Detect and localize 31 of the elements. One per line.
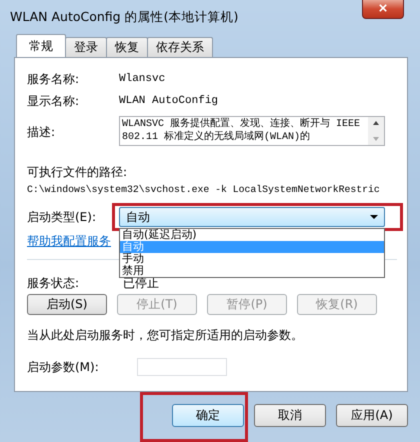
field-label: 描述:: [27, 124, 56, 141]
dropdown-option[interactable]: 自动(延迟启动): [120, 229, 384, 241]
tab[interactable]: 登录: [65, 37, 107, 57]
service-button[interactable]: 启动(S): [27, 294, 107, 315]
description-box[interactable]: WLANSVC 服务提供配置、发现、连接、断开与 IEEE 802.11 标准定义的无线局域网(WLAN)的: [119, 116, 385, 146]
tab[interactable]: 恢复: [106, 37, 148, 57]
startup-type-dropdown[interactable]: 自动: [119, 207, 385, 227]
dropdown-option[interactable]: 手动: [120, 253, 384, 265]
field-label: 启动参数(M):: [27, 358, 100, 376]
field-value: Wlansvc: [119, 73, 166, 85]
field-label: 服务状态:: [27, 274, 80, 292]
dialog-button[interactable]: 确定: [172, 404, 244, 427]
field-label: 服务名称:: [27, 70, 80, 88]
help-link[interactable]: 帮助我配置服务: [27, 232, 111, 250]
dialog-button[interactable]: 取消: [254, 404, 326, 427]
parameters-field[interactable]: [137, 358, 227, 376]
close-button[interactable]: ×: [362, 0, 404, 19]
caret-icon: [370, 215, 378, 219]
window-title: WLAN AutoConfig 的属性(本地计算机): [10, 8, 238, 26]
dialog-button[interactable]: 应用(A): [336, 404, 408, 427]
tab[interactable]: 依存关系: [147, 37, 213, 57]
hint-text: 当从此处启动服务时，您可指定所适用的启动参数。: [27, 327, 304, 344]
field-value: 已停止: [123, 276, 159, 292]
dropdown-option[interactable]: 禁用: [120, 265, 384, 277]
field-label: 启动类型(E):: [27, 208, 97, 226]
field-label: 显示名称:: [27, 92, 80, 110]
scrollbar[interactable]: [368, 117, 384, 145]
tab[interactable]: 常规: [16, 34, 66, 57]
field-label: 可执行文件的路径:: [27, 164, 128, 181]
field-value: WLAN AutoConfig: [119, 95, 218, 107]
field-value: C:\windows\system32\svchost.exe -k LocalSystemNetworkRestric: [27, 183, 380, 197]
